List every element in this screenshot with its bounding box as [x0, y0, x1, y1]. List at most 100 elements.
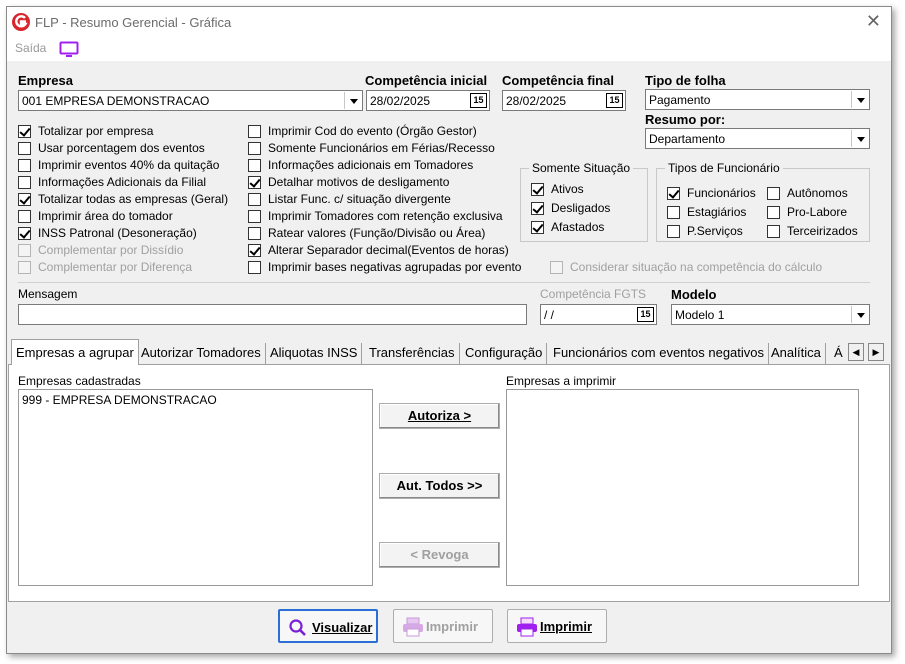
checkbox-checked[interactable]	[248, 244, 261, 257]
checkbox-unchecked[interactable]	[248, 261, 261, 274]
checkbox-checked[interactable]	[248, 176, 261, 189]
checkbox-unchecked[interactable]	[767, 206, 780, 219]
imprimir-disabled-button[interactable]: Imprimir	[393, 609, 493, 643]
magnifier-icon	[289, 619, 306, 636]
resumo-por-select[interactable]: Departamento	[645, 128, 870, 149]
option-col1-checkbox-label: Imprimir área do tomador	[38, 209, 173, 223]
visualizar-button[interactable]: Visualizar	[278, 609, 378, 643]
checkbox-unchecked[interactable]	[18, 142, 31, 155]
monitor-icon[interactable]	[59, 41, 79, 57]
option-col2-checkbox-label: Informações adicionais em Tomadores	[268, 158, 474, 172]
checkbox-checked[interactable]	[18, 227, 31, 240]
option-col2-checkbox-label: Ratear valores (Função/Divisão ou Área)	[268, 226, 486, 240]
modelo-label: Modelo	[671, 287, 717, 302]
autoriza-label: Autoriza >	[407, 408, 472, 423]
competencia-inicial-value: 28/02/2025	[370, 94, 431, 108]
chevron-down-icon[interactable]	[851, 130, 868, 147]
list-item[interactable]: 999 - EMPRESA DEMONSTRACAO	[22, 393, 217, 407]
printer-icon	[403, 617, 423, 637]
empresas-cadastradas-label: Empresas cadastradas	[18, 374, 141, 388]
modelo-select[interactable]: Modelo 1	[671, 304, 870, 325]
tab-transferencias[interactable]: Transferências	[365, 343, 460, 365]
tipo-folha-select[interactable]: Pagamento	[645, 89, 870, 110]
empresa-select[interactable]: 001 EMPRESA DEMONSTRACAO	[18, 90, 363, 111]
competencia-fgts-input[interactable]: / / 15	[540, 304, 657, 325]
checkbox-unchecked[interactable]	[248, 210, 261, 223]
option-col2-checkbox-label: Listar Func. c/ situação divergente	[268, 192, 451, 206]
autoriza-button[interactable]: Autoriza >	[379, 403, 500, 429]
competencia-inicial-input[interactable]: 28/02/2025 15	[366, 90, 490, 111]
tab-analitica[interactable]: Analítica	[767, 343, 826, 365]
calendar-icon[interactable]: 15	[606, 93, 623, 108]
checkbox-unchecked[interactable]	[248, 193, 261, 206]
tab-scroll-left-icon[interactable]: ◀	[848, 343, 864, 361]
checkbox-unchecked[interactable]	[18, 244, 31, 257]
tab-scroll-right-icon[interactable]: ▶	[868, 343, 884, 361]
close-icon[interactable]: ✕	[866, 11, 881, 32]
revoga-label: < Revoga	[410, 547, 469, 562]
menu-item-saida[interactable]: Saída	[15, 41, 46, 55]
checkbox-unchecked[interactable]	[18, 159, 31, 172]
checkbox-checked[interactable]	[531, 183, 544, 196]
tipo-funcionario-checkbox-label: Funcionários	[687, 186, 756, 200]
tipo-funcionario-checkbox-label: P.Serviços	[687, 224, 743, 238]
main-window: FLP - Resumo Gerencial - Gráfica ✕ Saída…	[6, 6, 892, 654]
checkbox-unchecked[interactable]	[18, 261, 31, 274]
tipo-funcionario-checkbox-label: Pro-Labore	[787, 205, 848, 219]
tab-empresas-agrupar[interactable]: Empresas a agrupar	[11, 339, 139, 365]
chevron-down-icon[interactable]	[344, 92, 361, 109]
checkbox-unchecked[interactable]	[248, 227, 261, 240]
tab-panel-empresas-agrupar: Empresas cadastradas 999 - EMPRESA DEMON…	[8, 364, 890, 602]
checkbox-checked[interactable]	[667, 187, 680, 200]
window-title: FLP - Resumo Gerencial - Gráfica	[35, 15, 232, 30]
empresas-imprimir-list[interactable]	[506, 389, 859, 586]
option-col1-checkbox-label: Usar porcentagem dos eventos	[38, 141, 205, 155]
checkbox-unchecked[interactable]	[248, 159, 261, 172]
checkbox-unchecked[interactable]	[667, 225, 680, 238]
checkbox-box[interactable]	[550, 261, 563, 274]
option-col1-checkbox-label: Complementar por Dissídio	[38, 243, 184, 257]
checkbox-checked[interactable]	[531, 221, 544, 234]
imprimir-button[interactable]: Imprimir	[507, 609, 607, 643]
tab-overflow[interactable]: Á	[830, 343, 847, 365]
empresas-cadastradas-list[interactable]: 999 - EMPRESA DEMONSTRACAO	[18, 389, 373, 586]
option-col2-checkbox-label: Imprimir Tomadores com retenção exclusiv…	[268, 209, 503, 223]
tipo-funcionario-checkbox-label: Autônomos	[787, 186, 848, 200]
tab-funcionarios-eventos-negativos[interactable]: Funcionários com eventos negativos	[549, 343, 770, 365]
situacao-checkbox-label: Desligados	[551, 201, 611, 215]
tab-autorizar-tomadores[interactable]: Autorizar Tomadores	[137, 343, 266, 365]
competencia-final-input[interactable]: 28/02/2025 15	[502, 90, 626, 111]
chevron-down-icon[interactable]	[851, 306, 868, 323]
tipo-folha-label: Tipo de folha	[645, 73, 726, 88]
checkbox-checked[interactable]	[18, 193, 31, 206]
option-col2-checkbox-label: Somente Funcionários em Férias/Recesso	[268, 141, 495, 155]
imprimir-label: Imprimir	[540, 619, 593, 634]
competencia-fgts-label: Competência FGTS	[540, 287, 647, 301]
option-col2-checkbox-label: Alterar Separador decimal(Eventos de hor…	[268, 243, 509, 257]
mensagem-input[interactable]	[18, 304, 527, 325]
checkbox-unchecked[interactable]	[18, 176, 31, 189]
aut-todos-button[interactable]: Aut. Todos >>	[379, 473, 500, 499]
modelo-value: Modelo 1	[675, 308, 725, 322]
competencia-fgts-value: / /	[544, 308, 555, 322]
checkbox-unchecked[interactable]	[18, 210, 31, 223]
tipo-folha-value: Pagamento	[649, 93, 711, 107]
tab-aliquotas-inss[interactable]: Aliquotas INSS	[266, 343, 363, 365]
situacao-checkbox-label: Ativos	[551, 182, 584, 196]
calendar-icon[interactable]: 15	[470, 93, 487, 108]
visualizar-label: Visualizar	[312, 620, 373, 635]
option-col1-checkbox-label: Totalizar todas as empresas (Geral)	[38, 192, 229, 206]
revoga-button[interactable]: < Revoga	[379, 542, 500, 568]
checkbox-unchecked[interactable]	[767, 187, 780, 200]
chevron-down-icon[interactable]	[851, 91, 868, 108]
option-col2-checkbox-label: Imprimir bases negativas agrupadas por e…	[268, 260, 522, 274]
checkbox-unchecked[interactable]	[667, 206, 680, 219]
tab-configuracao[interactable]: Configuração	[461, 343, 548, 365]
checkbox-checked[interactable]	[18, 125, 31, 138]
calendar-icon[interactable]: 15	[637, 307, 654, 322]
checkbox-unchecked[interactable]	[767, 225, 780, 238]
checkbox-unchecked[interactable]	[248, 142, 261, 155]
tipo-funcionario-checkbox-label: Terceirizados	[787, 224, 858, 238]
checkbox-unchecked[interactable]	[248, 125, 261, 138]
checkbox-checked[interactable]	[531, 202, 544, 215]
